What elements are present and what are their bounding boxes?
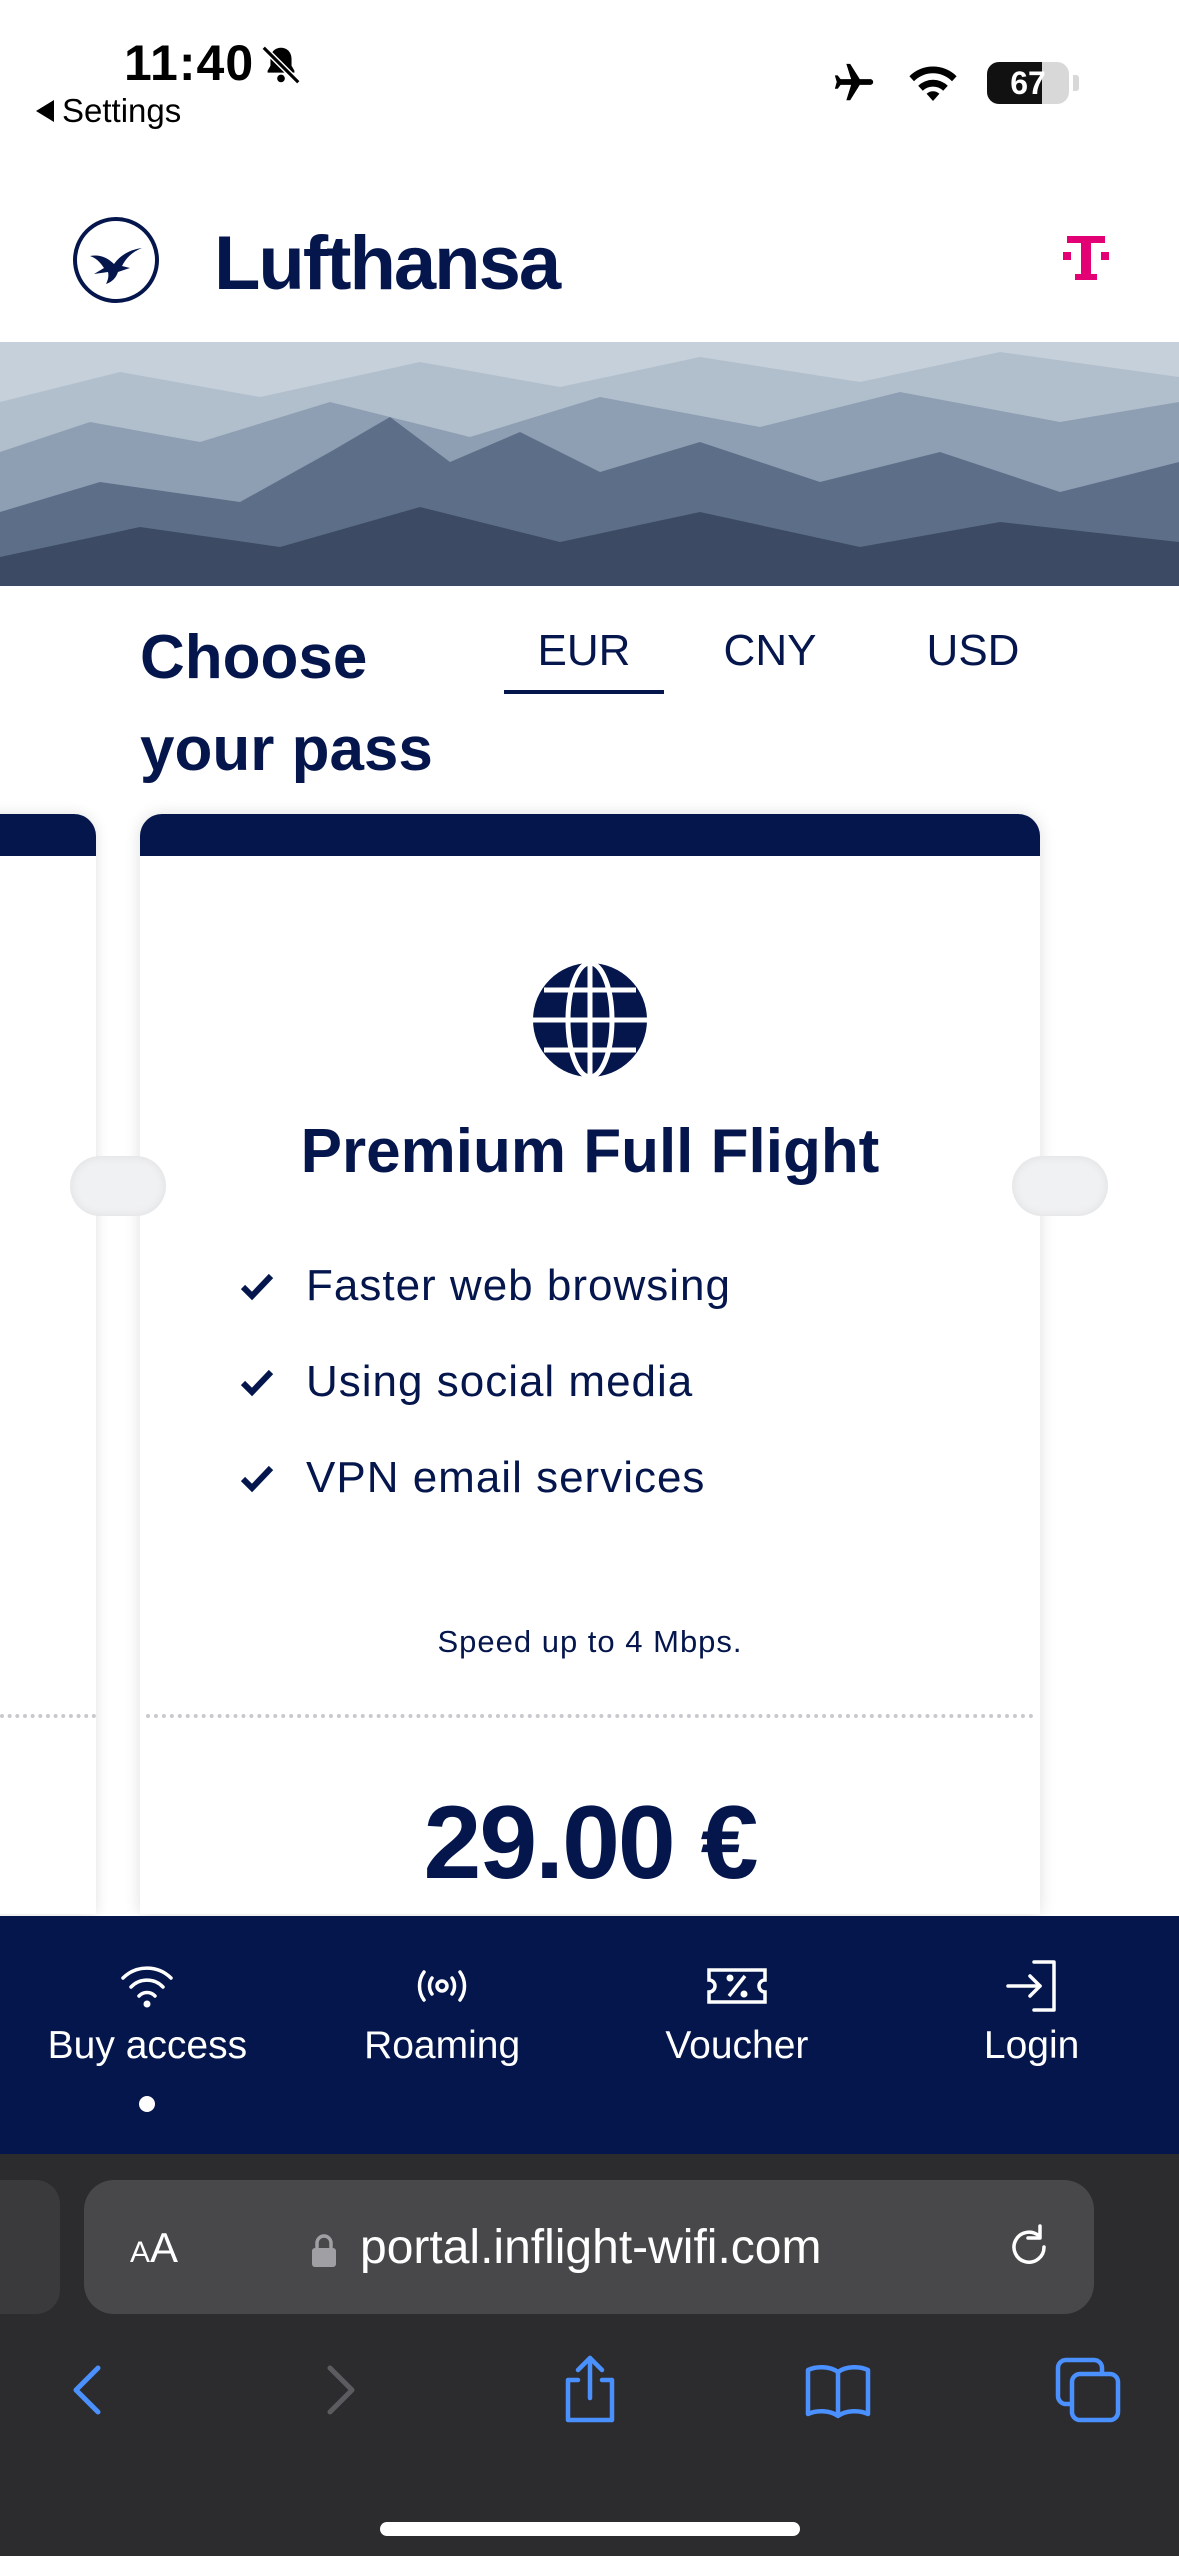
nav-buy-access[interactable]: Buy access [0, 1916, 295, 2154]
pass-title: Premium Full Flight [300, 1117, 880, 1186]
browser-chrome: AA portal.inflight-wifi.com [0, 2154, 1179, 2556]
checkmark-icon [240, 1465, 274, 1493]
active-indicator-dot [139, 2096, 156, 2112]
nav-label: Roaming [364, 2024, 521, 2067]
share-icon[interactable] [554, 2354, 626, 2426]
text-size-button[interactable]: AA [130, 2224, 178, 2272]
telekom-logo-icon [1063, 236, 1109, 280]
card-top-bar [140, 814, 1040, 856]
battery-nub [1073, 75, 1079, 91]
address-bar[interactable]: AA portal.inflight-wifi.com [84, 2180, 1094, 2314]
checkmark-icon [240, 1369, 274, 1397]
checkmark-icon [240, 1273, 274, 1301]
feature-item: VPN email services [240, 1430, 731, 1526]
lufthansa-crane-logo-icon[interactable] [72, 216, 160, 304]
back-to-settings-link[interactable]: Settings [36, 92, 181, 130]
back-settings-label: Settings [62, 92, 182, 129]
currency-tab-cny[interactable]: CNY [690, 626, 850, 694]
roaming-icon [417, 1970, 467, 2002]
bottom-navigation: Buy access Roaming Voucher Login [0, 1916, 1179, 2154]
currency-tab-eur[interactable]: EUR [504, 626, 664, 694]
status-bar: 11:40 Settings 67 [0, 0, 1179, 150]
bookmarks-icon[interactable] [802, 2354, 874, 2426]
clock: 11:40 [124, 35, 255, 91]
feature-text: Faster web browsing [306, 1261, 731, 1310]
pass-price: 29.00 € [423, 1785, 759, 1901]
nav-label: Voucher [665, 2024, 809, 2067]
card-divider [146, 1714, 1034, 1718]
choose-pass-heading: Choose your pass [140, 623, 433, 784]
home-indicator[interactable] [380, 2522, 800, 2536]
back-arrow-icon [36, 100, 54, 122]
feature-list: Faster web browsing Using social media V… [240, 1238, 731, 1526]
speed-note: Speed up to 4 Mbps. [437, 1624, 743, 1659]
hero-mountain-image [0, 342, 1179, 586]
reload-icon[interactable] [1004, 2222, 1054, 2272]
feature-text: Using social media [306, 1357, 694, 1406]
browser-toolbar [0, 2354, 1179, 2464]
card-divider [0, 1714, 96, 1718]
battery-level: 67 [1010, 65, 1046, 101]
status-icons: 67 [829, 60, 1079, 106]
feature-text: VPN email services [306, 1453, 706, 1502]
battery-indicator: 67 [987, 62, 1069, 104]
brand-name: Lufthansa [214, 221, 561, 306]
voucher-icon [707, 1968, 767, 2004]
feature-item: Faster web browsing [240, 1238, 731, 1334]
card-notch [1012, 1156, 1108, 1216]
back-icon[interactable] [52, 2354, 124, 2426]
nav-label: Buy access [47, 2024, 248, 2067]
wifi-signal-icon [909, 66, 957, 101]
nav-voucher[interactable]: Voucher [590, 1916, 885, 2154]
currency-tabs: EUR CNY USD [504, 626, 1066, 694]
lock-icon [312, 2234, 336, 2267]
pass-card-premium-full-flight[interactable]: Premium Full Flight Faster web browsing … [140, 814, 1040, 1914]
currency-tab-usd[interactable]: USD [880, 626, 1066, 694]
forward-icon[interactable] [304, 2354, 376, 2426]
previous-pass-card[interactable] [0, 814, 96, 1914]
mountain-illustration [0, 342, 1179, 586]
tabs-icon[interactable] [1052, 2354, 1124, 2426]
wifi-icon [121, 1966, 174, 2008]
url-text: portal.inflight-wifi.com [360, 2221, 822, 2274]
card-top-bar [0, 814, 96, 856]
card-notch [70, 1156, 166, 1216]
bell-muted-icon [261, 45, 301, 85]
airplane-mode-icon [834, 63, 874, 101]
login-icon [1005, 1960, 1056, 2012]
site-header: Lufthansa [0, 160, 1179, 342]
nav-login[interactable]: Login [884, 1916, 1179, 2154]
nav-label: Login [983, 2024, 1080, 2067]
previous-tab-preview[interactable] [0, 2180, 60, 2314]
feature-item: Using social media [240, 1334, 731, 1430]
globe-icon [533, 960, 647, 1080]
nav-roaming[interactable]: Roaming [295, 1916, 590, 2154]
